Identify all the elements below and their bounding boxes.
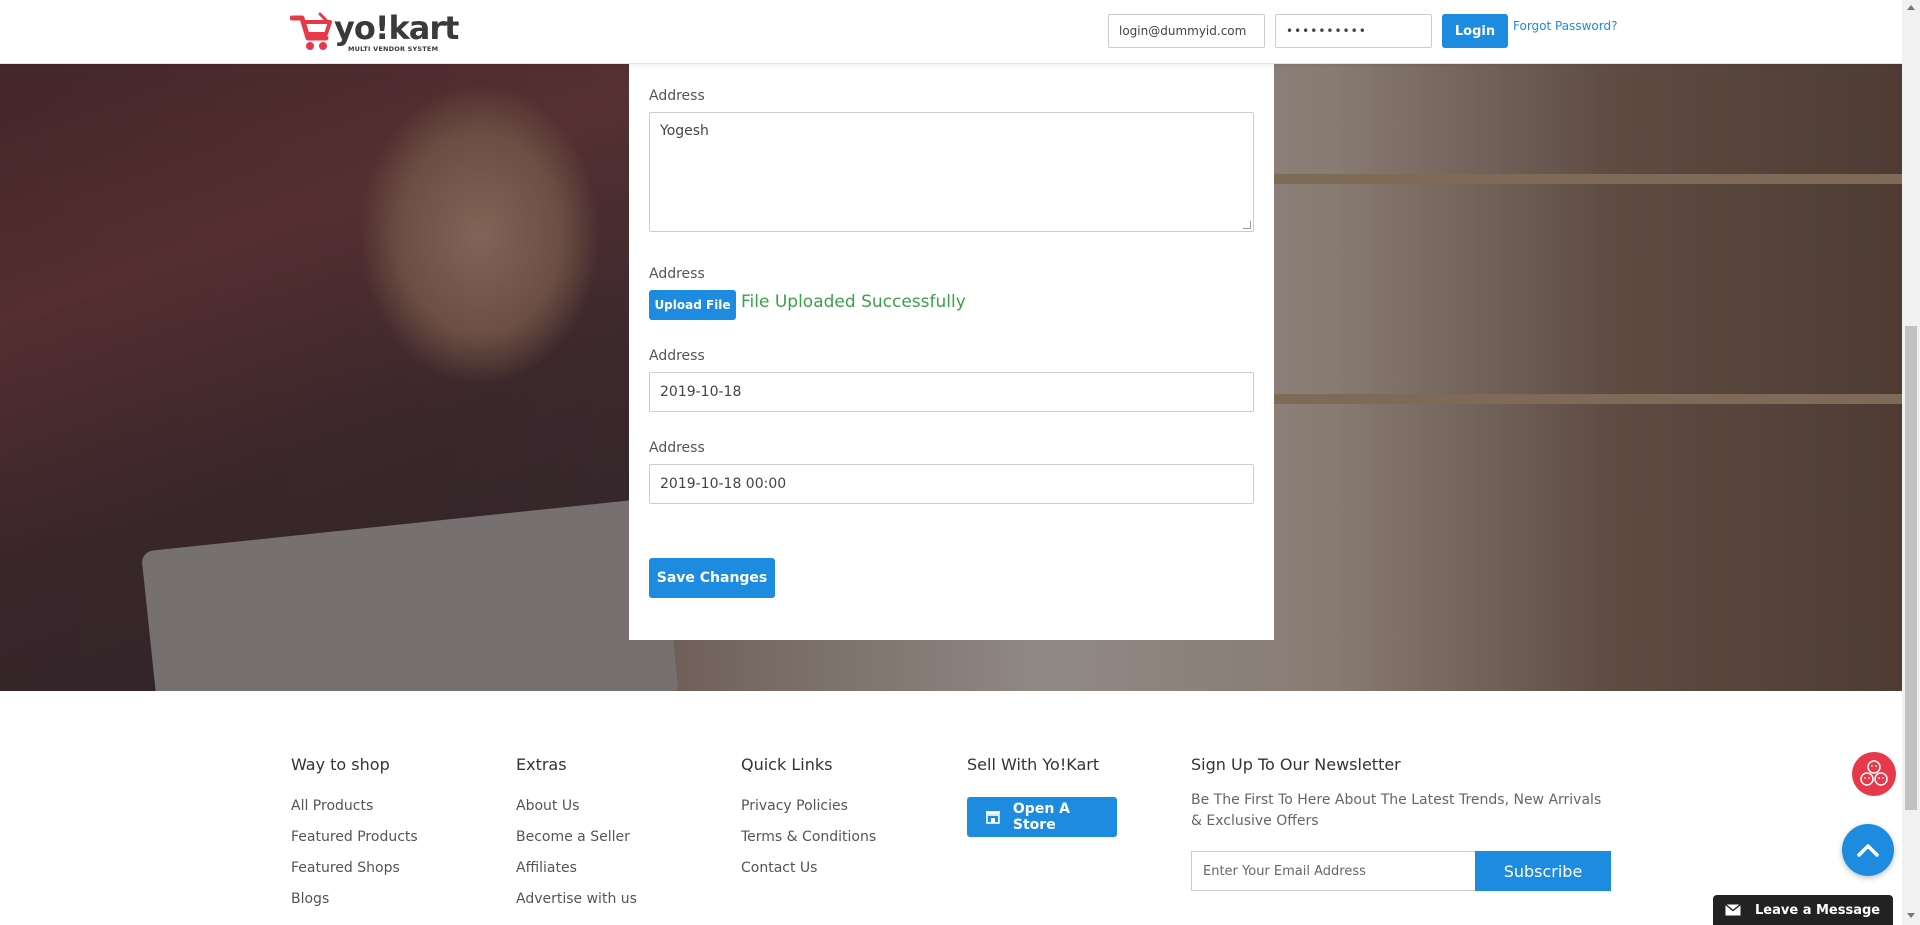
page-scrollbar[interactable] [1902,0,1920,925]
login-email-input[interactable]: login@dummyid.com [1108,14,1265,48]
footer-link[interactable]: Become a Seller [516,828,637,859]
footer-column-way-to-shop: Way to shop All Products Featured Produc… [291,755,418,921]
login-button[interactable]: Login [1442,14,1508,48]
datetime-input[interactable]: 2019-10-18 00:00 [649,464,1254,504]
store-icon [985,811,1000,824]
footer-column-title: Way to shop [291,755,390,774]
logo-wordmark: yo!kart [334,9,459,47]
footer-link[interactable]: Featured Shops [291,859,418,890]
smiley-faces-icon [1860,760,1888,786]
footer-link[interactable]: Affiliates [516,859,637,890]
footer-column-quick-links: Quick Links Privacy Policies Terms & Con… [741,755,876,890]
footer-link[interactable]: Advertise with us [516,890,637,921]
upload-status-text: File Uploaded Successfully [741,292,966,312]
leave-message-label: Leave a Message [1755,902,1881,918]
chat-bot-icon[interactable] [1852,752,1896,796]
field-label: Address [649,88,705,104]
textarea-value: Yogesh [660,123,709,139]
forgot-password-link[interactable]: Forgot Password? [1513,19,1617,33]
field-label: Address [649,348,705,364]
footer-column-extras: Extras About Us Become a Seller Affiliat… [516,755,637,921]
envelope-icon [1725,904,1741,916]
save-changes-button[interactable]: Save Changes [649,558,775,598]
footer-link[interactable]: Terms & Conditions [741,828,876,859]
newsletter-email-input[interactable]: Enter Your Email Address [1191,851,1475,891]
date-input[interactable]: 2019-10-18 [649,372,1254,412]
footer-link[interactable]: Blogs [291,890,418,921]
field-label: Address [649,440,705,456]
scroll-down-arrow-icon[interactable] [1907,913,1915,918]
leave-message-widget[interactable]: Leave a Message [1713,895,1893,925]
site-footer: Way to shop All Products Featured Produc… [0,691,1902,925]
footer-link[interactable]: Contact Us [741,859,876,890]
scrollbar-thumb[interactable] [1905,326,1917,810]
subscribe-button[interactable]: Subscribe [1475,851,1611,891]
scroll-up-arrow-icon[interactable] [1907,5,1915,10]
footer-column-title: Quick Links [741,755,833,774]
footer-link[interactable]: Featured Products [291,828,418,859]
newsletter-description: Be The First To Here About The Latest Tr… [1191,792,1602,829]
open-store-label: Open A Store [1012,801,1070,833]
login-password-input[interactable]: •••••••••• [1275,14,1432,48]
scroll-to-top-button[interactable] [1842,824,1894,876]
open-store-button[interactable]: Open A Store [967,797,1117,837]
footer-column-title: Extras [516,755,567,774]
address-textarea[interactable]: Yogesh [649,112,1254,232]
footer-link[interactable]: About Us [516,797,637,828]
footer-link[interactable]: All Products [291,797,418,828]
newsletter-form: Enter Your Email Address Subscribe [1191,851,1611,891]
field-label: Address [649,266,705,282]
footer-column-sell: Sell With Yo!Kart Open A Store [967,755,1117,837]
upload-file-button[interactable]: Upload File [649,290,736,320]
footer-column-title: Sell With Yo!Kart [967,755,1100,774]
site-header: yo!kart MULTI VENDOR SYSTEM login@dummyi… [0,0,1902,64]
footer-link[interactable]: Privacy Policies [741,797,876,828]
cart-logo-icon [290,12,332,50]
logo-tagline: MULTI VENDOR SYSTEM [348,45,439,53]
site-logo[interactable]: yo!kart MULTI VENDOR SYSTEM [290,8,459,56]
footer-newsletter: Sign Up To Our Newsletter Be The First T… [1191,755,1611,891]
footer-column-title: Sign Up To Our Newsletter [1191,755,1401,774]
profile-form-card: Address Yogesh Address Upload File File … [629,64,1274,640]
chevron-up-icon [1857,844,1879,857]
resize-handle[interactable] [1243,221,1251,229]
